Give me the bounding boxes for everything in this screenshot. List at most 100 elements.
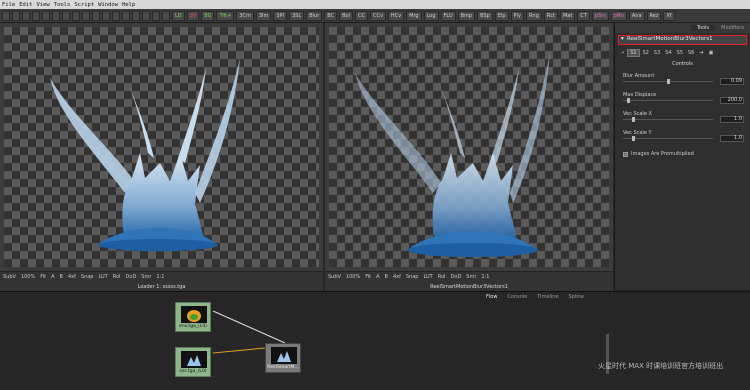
- viewer-control[interactable]: B: [385, 274, 388, 280]
- toolbar-button[interactable]: Log: [423, 10, 439, 21]
- slider-knob[interactable]: [666, 79, 670, 84]
- viewer-control[interactable]: RoI: [438, 274, 446, 280]
- toolbar-button[interactable]: [162, 10, 170, 21]
- toolbar-button[interactable]: BC: [324, 10, 338, 21]
- toolbar-button[interactable]: [12, 10, 20, 21]
- pin-icon[interactable]: ➜: [697, 50, 705, 56]
- viewer-control[interactable]: DoD: [451, 274, 462, 280]
- toolbar-button[interactable]: CT: [577, 10, 590, 21]
- viewer-control[interactable]: Fit: [365, 274, 371, 280]
- toolbar-button[interactable]: LD: [172, 10, 185, 21]
- menu-tools[interactable]: Tools: [54, 2, 71, 8]
- viewer-control[interactable]: LUT: [423, 274, 432, 280]
- viewer-right[interactable]: [325, 23, 613, 271]
- viewer-control[interactable]: A: [376, 274, 379, 280]
- menu-script[interactable]: Script: [74, 2, 94, 8]
- tab-tools[interactable]: Tools: [690, 25, 716, 31]
- toolbar-button[interactable]: Rct: [543, 10, 558, 21]
- toolbar-button[interactable]: [22, 10, 30, 21]
- toolbar-button[interactable]: 3Cm: [236, 10, 254, 21]
- param-slider[interactable]: [623, 136, 713, 141]
- viewer-control[interactable]: SubV: [328, 274, 341, 280]
- premultiplied-checkbox-row[interactable]: ✓ Images Are Premultiplied: [623, 151, 750, 157]
- toolbar-button[interactable]: Xf: [663, 10, 675, 21]
- toolbar-button[interactable]: [102, 10, 110, 21]
- version-s1[interactable]: S1: [627, 48, 640, 57]
- viewer-control[interactable]: Snap: [81, 274, 94, 280]
- version-s5[interactable]: S5: [675, 50, 685, 56]
- version-s3[interactable]: S3: [652, 50, 662, 56]
- toolbar-button[interactable]: [132, 10, 140, 21]
- viewer-control[interactable]: A: [51, 274, 54, 280]
- toolbar-button[interactable]: [52, 10, 60, 21]
- premultiplied-checkbox[interactable]: ✓: [623, 151, 628, 157]
- version-s2[interactable]: S2: [641, 50, 651, 56]
- toolbar-button[interactable]: CCv: [369, 10, 386, 21]
- toolbar-button[interactable]: [2, 10, 10, 21]
- toolbar-button[interactable]: [72, 10, 80, 21]
- toolbar-button[interactable]: [122, 10, 130, 21]
- toolbar-button[interactable]: [82, 10, 90, 21]
- toolbar-button[interactable]: [112, 10, 120, 21]
- viewer-control[interactable]: DoD: [126, 274, 137, 280]
- toolbar-button[interactable]: Mrg: [406, 10, 422, 21]
- toolbar-button[interactable]: Mat: [559, 10, 576, 21]
- param-value-field[interactable]: 0.09: [720, 78, 744, 85]
- toolbar-button[interactable]: BG: [201, 10, 215, 21]
- toolbar-button[interactable]: Rng: [525, 10, 542, 21]
- viewer-control[interactable]: 4xf: [393, 274, 401, 280]
- viewer-control[interactable]: RoI: [113, 274, 121, 280]
- param-slider[interactable]: [623, 117, 713, 122]
- toolbar-button[interactable]: CC: [354, 10, 368, 21]
- viewer-control[interactable]: Smr: [141, 274, 151, 280]
- viewer-control[interactable]: Snap: [406, 274, 419, 280]
- tool-title-header[interactable]: ▾ ReelSmartMotionBlur3Vectors1: [618, 35, 747, 45]
- toolbar-button[interactable]: [62, 10, 70, 21]
- viewer-control[interactable]: 1:1: [481, 274, 489, 280]
- toolbar-button[interactable]: Elp: [494, 10, 509, 21]
- version-s6[interactable]: S6: [686, 50, 696, 56]
- slider-knob[interactable]: [631, 136, 635, 141]
- save-icon[interactable]: ▣: [707, 50, 716, 56]
- toolbar-button[interactable]: Tilt+: [216, 10, 235, 21]
- menu-file[interactable]: File: [2, 2, 15, 8]
- viewer-control[interactable]: Fit: [40, 274, 46, 280]
- menu-help[interactable]: Help: [122, 2, 135, 8]
- loader-node-sss[interactable]: sss.tga_(L0): [175, 347, 211, 377]
- viewer-control[interactable]: 100%: [21, 274, 35, 280]
- viewer-control[interactable]: SubV: [3, 274, 16, 280]
- loader-node-env[interactable]: env.tga_(L0): [175, 302, 211, 332]
- toolbar-button[interactable]: pSm: [591, 10, 610, 21]
- viewer-control[interactable]: Smr: [466, 274, 476, 280]
- reelsmart-node[interactable]: ReelSmartM...: [265, 343, 301, 373]
- viewer-control[interactable]: LUT: [98, 274, 107, 280]
- menu-window[interactable]: Window: [98, 2, 118, 8]
- toolbar-button[interactable]: 3V: [186, 10, 200, 21]
- toolbar-button[interactable]: 3SL: [289, 10, 305, 21]
- toolbar-button[interactable]: Ana: [628, 10, 645, 21]
- toolbar-button[interactable]: [32, 10, 40, 21]
- toolbar-button[interactable]: Ply: [510, 10, 524, 21]
- collapse-triangle-icon[interactable]: ▾: [621, 36, 624, 43]
- viewer-control[interactable]: 100%: [346, 274, 360, 280]
- menu-edit[interactable]: Edit: [19, 2, 32, 8]
- toolbar-button[interactable]: HCv: [387, 10, 405, 21]
- toolbar-button[interactable]: Bol: [339, 10, 353, 21]
- param-value-field[interactable]: 1.0: [720, 116, 744, 123]
- toolbar-button[interactable]: pRn: [611, 10, 627, 21]
- slider-knob[interactable]: [627, 98, 631, 103]
- toolbar-button[interactable]: FLU: [440, 10, 456, 21]
- param-slider[interactable]: [623, 98, 713, 103]
- viewer-control[interactable]: B: [60, 274, 63, 280]
- viewer-left[interactable]: [0, 23, 323, 271]
- version-s4[interactable]: S4: [663, 50, 673, 56]
- version-arrow-icon[interactable]: ⇢: [618, 50, 626, 56]
- toolbar-button[interactable]: BSp: [477, 10, 493, 21]
- toolbar-button[interactable]: [152, 10, 160, 21]
- slider-knob[interactable]: [631, 117, 635, 122]
- toolbar-button[interactable]: 3Im: [255, 10, 272, 21]
- tab-modifiers[interactable]: Modifiers: [715, 25, 750, 31]
- toolbar-button[interactable]: [92, 10, 100, 21]
- toolbar-button[interactable]: Blur: [306, 10, 323, 21]
- toolbar-button[interactable]: [42, 10, 50, 21]
